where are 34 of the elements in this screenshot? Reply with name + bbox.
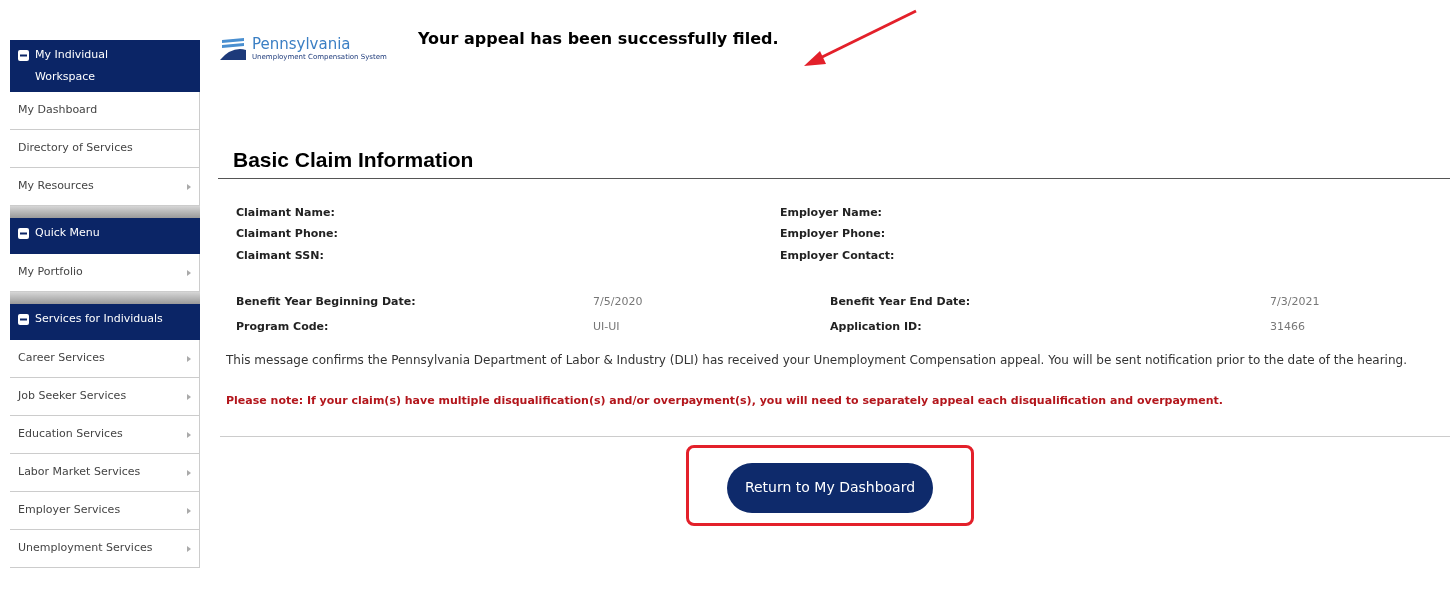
warning-note: Please note: If your claim(s) have multiple disqualification(s) and/or overpayment(s), you will need to separately appeal each disqualification and overpayment. (225, 393, 1224, 409)
section-header[interactable]: Quick Menu (10, 218, 200, 254)
field-label: Employer Name: (780, 204, 883, 221)
sidebar-item[interactable]: My Resources (10, 168, 200, 206)
sidebar-item[interactable]: Directory of Services (10, 130, 200, 168)
sidebar-item[interactable]: Career Services (10, 340, 200, 378)
field-label: Application ID: (830, 318, 923, 335)
sidebar-item[interactable]: Unemployment Services (10, 530, 200, 568)
field-value: 31466 (1270, 318, 1305, 335)
success-message: Your appeal has been successfully filed. (418, 28, 779, 50)
field-label: Benefit Year Beginning Date: (236, 294, 417, 310)
field-value: 7/3/2021 (1270, 294, 1320, 310)
logo-name: Pennsylvania (252, 37, 351, 52)
section-header[interactable]: Services for Individuals (10, 304, 200, 340)
section-title: Basic Claim Information (233, 148, 474, 171)
sidebar-item[interactable]: Job Seeker Services (10, 378, 200, 416)
field-label: Program Code: (236, 318, 330, 335)
logo-icon (218, 36, 248, 62)
field-label: Claimant SSN: (236, 247, 325, 264)
confirmation-text: This message confirms the Pennsylvania Department of Labor & Industry (DLI) has received your Unemployment Compensation appeal. You will be sent notification prior to the date of the hearing. (225, 352, 1408, 369)
sidebar-item[interactable]: My Portfolio (10, 254, 200, 292)
field-label: Claimant Name: (236, 204, 336, 221)
field-label: Employer Phone: (780, 226, 887, 242)
field-value: 7/5/2020 (593, 294, 644, 310)
field-label: Employer Contact: (780, 247, 895, 264)
sidebar-item[interactable]: Education Services (10, 416, 200, 454)
field-label: Benefit Year End Date: (830, 294, 972, 310)
section-header[interactable]: My Individual Workspace (10, 40, 200, 92)
field-label: Claimant Phone: (236, 226, 339, 242)
sidebar-item[interactable]: My Dashboard (10, 92, 200, 130)
sidebar-item[interactable]: Labor Market Services (10, 454, 200, 492)
sidebar-item[interactable]: Employer Services (10, 492, 200, 530)
field-value: UI-UI (593, 318, 621, 335)
return-button[interactable]: Return to My Dashboard (726, 462, 934, 513)
